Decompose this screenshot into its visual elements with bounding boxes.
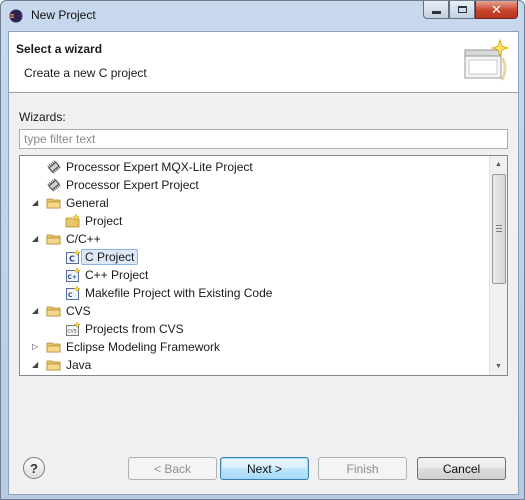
filter-input[interactable] xyxy=(19,129,508,149)
back-button[interactable]: < Back xyxy=(128,457,217,480)
close-button[interactable]: ✕ xyxy=(475,1,518,19)
tree-item[interactable]: Project xyxy=(20,212,490,230)
tree-item-label: C++ Project xyxy=(85,268,149,282)
new-project-window: New Project ✕ Select a wizard Create a n… xyxy=(0,0,525,500)
grip-icon xyxy=(496,225,502,232)
folder-icon xyxy=(46,303,62,319)
folder-icon xyxy=(46,357,62,373)
tree-item[interactable]: Processor Expert Project xyxy=(20,176,490,194)
scroll-down-arrow-icon[interactable]: ▼ xyxy=(490,358,507,375)
cpp-project-icon: C+ xyxy=(65,267,81,283)
expanded-arrow-icon[interactable]: ◢ xyxy=(32,307,40,315)
tree-item-label: Processor Expert MQX-Lite Project xyxy=(66,160,253,174)
minimize-button[interactable] xyxy=(423,1,449,19)
tree-item-label: Eclipse Modeling Framework xyxy=(66,340,221,354)
chip-icon xyxy=(46,159,62,175)
tree-item[interactable]: ◢ CVS xyxy=(20,302,490,320)
tree-item-label: C Project xyxy=(81,249,139,265)
makefile-project-icon: C xyxy=(65,285,81,301)
maximize-button[interactable] xyxy=(449,1,475,19)
c-project-icon: C xyxy=(65,249,81,265)
tree-item-label: Projects from CVS xyxy=(85,322,184,336)
folder-icon xyxy=(46,339,62,355)
svg-text:C: C xyxy=(69,255,75,264)
tree-item[interactable]: ◢ General xyxy=(20,194,490,212)
wizard-banner: Select a wizard Create a new C project xyxy=(9,32,518,93)
svg-text:CVS: CVS xyxy=(68,329,77,335)
cvs-project-icon: CVS xyxy=(65,321,81,337)
cancel-button[interactable]: Cancel xyxy=(417,457,506,480)
tree-item[interactable]: C Makefile Project with Existing Code xyxy=(20,284,490,302)
svg-text:C+: C+ xyxy=(68,274,77,281)
tree-item[interactable]: ◢ C/C++ xyxy=(20,230,490,248)
finish-button[interactable]: Finish xyxy=(318,457,407,480)
expanded-arrow-icon[interactable]: ◢ xyxy=(32,361,40,369)
chip-icon xyxy=(46,177,62,193)
window-title: New Project xyxy=(31,8,96,22)
tree-item[interactable]: Processor Expert MQX-Lite Project xyxy=(20,158,490,176)
wizards-label: Wizards: xyxy=(19,110,66,124)
folder-icon xyxy=(46,195,62,211)
dialog-client-area: Select a wizard Create a new C project W… xyxy=(8,31,519,495)
help-button[interactable]: ? xyxy=(23,457,45,479)
scroll-thumb[interactable] xyxy=(492,174,506,284)
close-icon: ✕ xyxy=(491,2,502,17)
tree-item-label: Java xyxy=(66,358,92,372)
caption-buttons: ✕ xyxy=(423,1,518,20)
maximize-icon xyxy=(457,6,467,13)
tree-item[interactable]: ▷ Eclipse Modeling Framework xyxy=(20,338,490,356)
folder-icon xyxy=(46,231,62,247)
tree-item-label: General xyxy=(66,196,109,210)
tree-item-label: CVS xyxy=(66,304,91,318)
tree-item[interactable]: ◢ Java xyxy=(20,356,490,374)
scroll-up-arrow-icon[interactable]: ▲ xyxy=(490,156,507,173)
expanded-arrow-icon[interactable]: ◢ xyxy=(32,199,40,207)
tree-item-label: Makefile Project with Existing Code xyxy=(85,286,273,300)
tree-item-label: Project xyxy=(85,214,123,228)
new-wizard-banner-icon xyxy=(464,38,510,81)
wizard-tree[interactable]: Processor Expert MQX-Lite Project Process… xyxy=(19,155,508,376)
eclipse-app-icon xyxy=(9,9,23,23)
banner-description: Create a new C project xyxy=(24,66,147,80)
collapsed-arrow-icon[interactable]: ▷ xyxy=(32,343,40,351)
tree-item[interactable]: C C Project xyxy=(20,248,490,266)
project-icon xyxy=(65,213,81,229)
minimize-icon xyxy=(431,11,441,14)
next-button[interactable]: Next > xyxy=(220,457,309,480)
svg-text:C: C xyxy=(68,292,73,299)
tree-item[interactable]: C+ C++ Project xyxy=(20,266,490,284)
tree-item[interactable]: CVS Projects from CVS xyxy=(20,320,490,338)
tree-item-label: Processor Expert Project xyxy=(66,178,199,192)
vertical-scrollbar[interactable]: ▲ ▼ xyxy=(489,156,507,375)
title-bar[interactable]: New Project ✕ xyxy=(1,1,524,31)
banner-title: Select a wizard xyxy=(16,42,103,56)
tree-item-label: C/C++ xyxy=(66,232,101,246)
expanded-arrow-icon[interactable]: ◢ xyxy=(32,235,40,243)
